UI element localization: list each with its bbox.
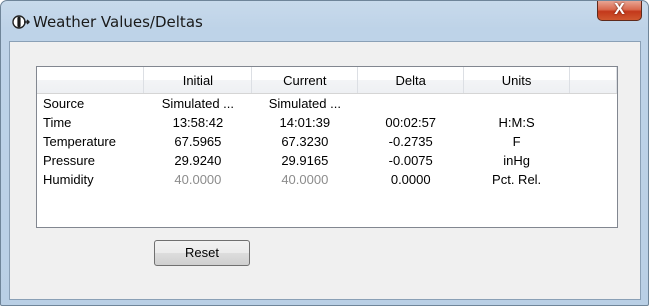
grid-header-row: Initial Current Delta Units xyxy=(37,67,617,94)
row-label: Humidity xyxy=(43,172,94,187)
delta-value: -0.2735 xyxy=(388,134,433,149)
current-value: 29.9165 xyxy=(281,153,329,168)
row-label: Pressure xyxy=(43,153,96,168)
column-header-current[interactable]: Current xyxy=(251,67,359,94)
units-value xyxy=(464,94,570,114)
delta-value: 00:02:57 xyxy=(385,115,437,130)
delta-value xyxy=(358,94,464,114)
row-label: Temperature xyxy=(43,134,116,149)
row-label: Source xyxy=(43,96,85,111)
current-value: 14:01:39 xyxy=(279,115,331,130)
values-table: Initial Current Delta Units Source Simul… xyxy=(37,67,617,189)
table-row-pressure[interactable]: Pressure 29.9240 29.9165 -0.0075 inHg xyxy=(37,151,617,170)
table-row-source[interactable]: Source Simulated ... Simulated ... xyxy=(37,94,617,114)
weather-values-grid[interactable]: Initial Current Delta Units Source Simul… xyxy=(36,66,618,228)
close-icon: X xyxy=(614,1,625,18)
initial-value: 29.9240 xyxy=(174,153,222,168)
table-row-time[interactable]: Time 13:58:42 14:01:39 00:02:57 H:M:S xyxy=(37,113,617,132)
current-value: Simulated ... xyxy=(268,96,341,111)
table-row-temperature[interactable]: Temperature 67.5965 67.3230 -0.2735 F xyxy=(37,132,617,151)
initial-value: 40.0000 xyxy=(174,172,222,187)
initial-value: Simulated ... xyxy=(161,96,235,111)
row-label: Time xyxy=(43,115,72,130)
units-value: inHg xyxy=(503,153,530,168)
current-value: 67.3230 xyxy=(281,134,329,149)
column-header-initial[interactable]: Initial xyxy=(143,67,253,94)
weather-values-window: Weather Values/Deltas X Initial Current … xyxy=(0,0,649,306)
window-title: Weather Values/Deltas xyxy=(33,13,203,31)
title-bar[interactable]: Weather Values/Deltas X xyxy=(1,1,648,39)
column-header-blank[interactable] xyxy=(37,67,145,94)
reset-button[interactable]: Reset xyxy=(154,240,250,266)
delta-value: -0.0075 xyxy=(388,153,433,168)
table-row-humidity[interactable]: Humidity 40.0000 40.0000 0.0000 Pct. Rel… xyxy=(37,170,617,189)
units-value: F xyxy=(512,134,521,149)
units-value: H:M:S xyxy=(498,115,535,130)
dialog-client-area: Initial Current Delta Units Source Simul… xyxy=(9,41,641,300)
initial-value: 67.5965 xyxy=(174,134,222,149)
column-header-filler xyxy=(569,67,617,94)
delta-value: 0.0000 xyxy=(390,172,431,187)
column-header-delta[interactable]: Delta xyxy=(357,67,465,94)
current-value: 40.0000 xyxy=(281,172,329,187)
weather-app-icon xyxy=(12,13,31,31)
close-button[interactable]: X xyxy=(597,1,642,21)
units-value: Pct. Rel. xyxy=(492,172,542,187)
column-header-units[interactable]: Units xyxy=(463,67,571,94)
initial-value: 13:58:42 xyxy=(172,115,224,130)
